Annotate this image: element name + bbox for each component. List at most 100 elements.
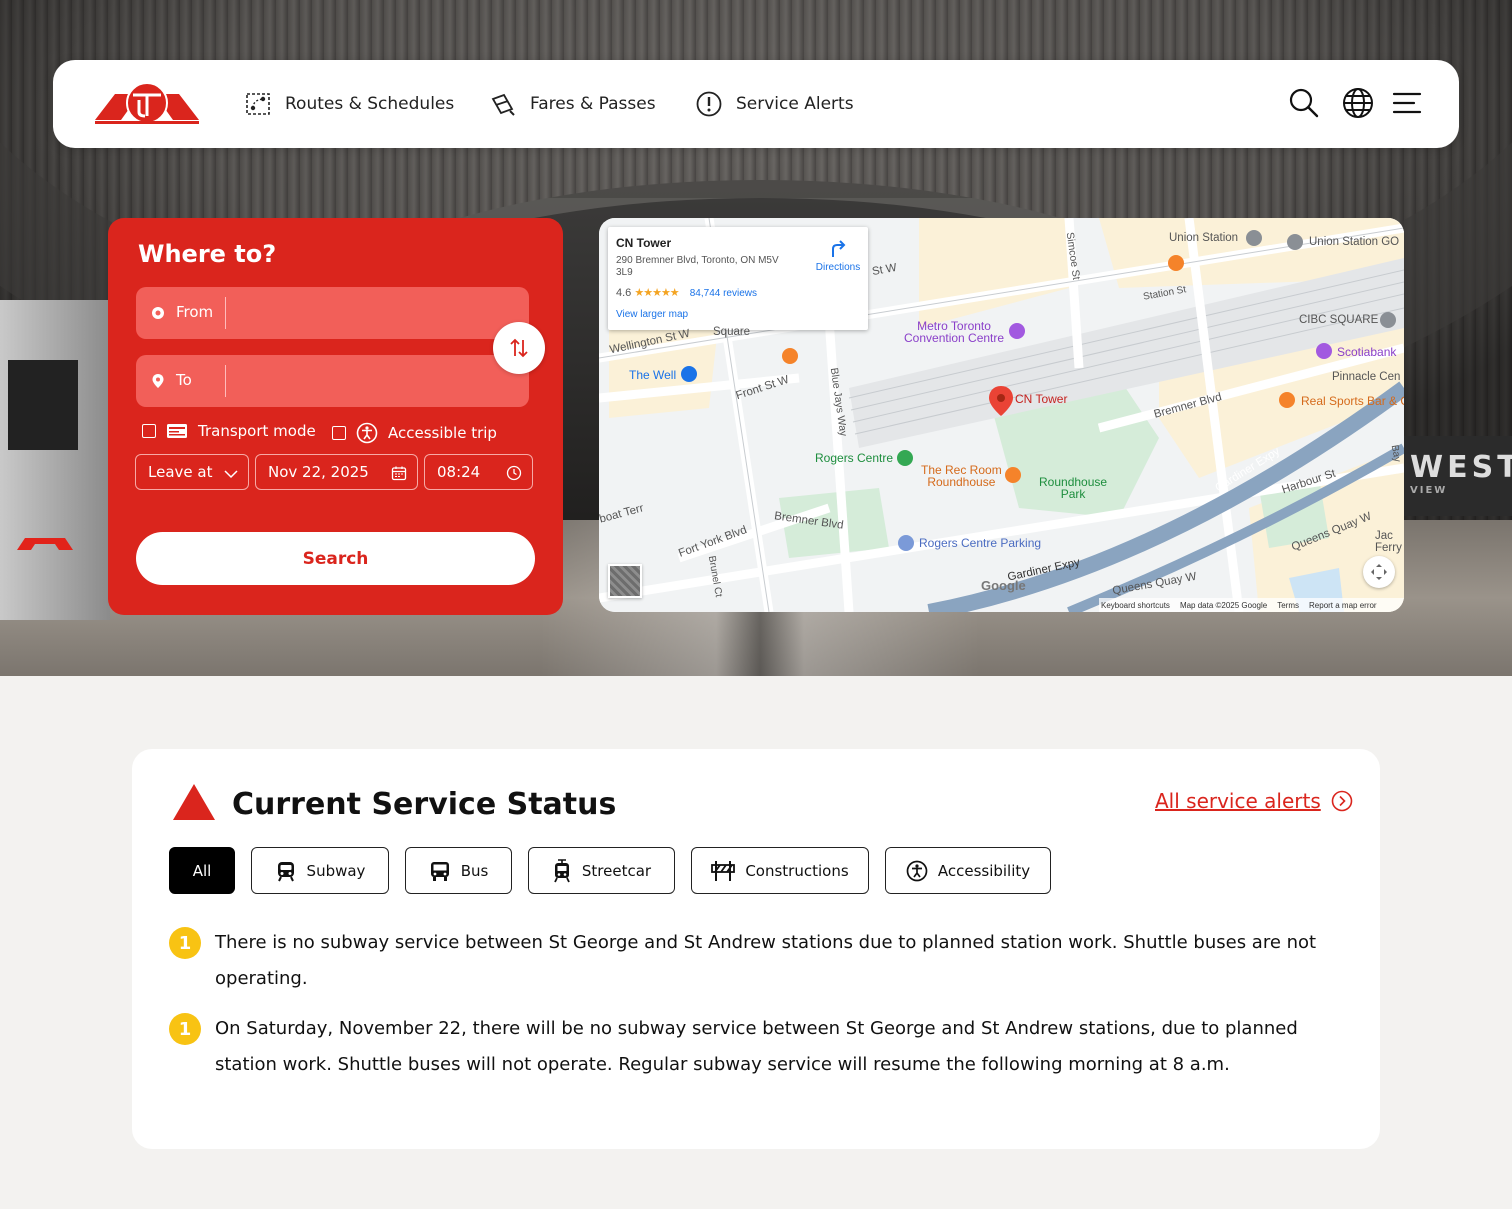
date-input[interactable]: Nov 22, 2025: [255, 454, 418, 490]
fare-card-tap-icon: [490, 91, 516, 117]
from-separator: [225, 297, 226, 329]
origin-dot-icon: [152, 307, 164, 319]
nav-routes-schedules[interactable]: Routes & Schedules: [245, 88, 454, 120]
map-label-cn-tower[interactable]: CN Tower: [1015, 392, 1067, 406]
leave-at-value: Leave at: [148, 463, 213, 481]
transit-card-icon: [167, 424, 187, 438]
satellite-toggle-thumbnail[interactable]: [608, 564, 642, 598]
to-field[interactable]: To: [136, 355, 529, 407]
google-map-embed[interactable]: CN Tower 290 Bremner Blvd, Toronto, ON M…: [599, 218, 1404, 612]
filter-subway[interactable]: Subway: [251, 847, 389, 894]
fullscreen-button[interactable]: [1363, 556, 1395, 588]
time-input[interactable]: 08:24: [424, 454, 533, 490]
planner-title: Where to?: [138, 240, 277, 268]
terms-link[interactable]: Terms: [1277, 601, 1299, 610]
route-map-icon: [245, 91, 271, 117]
map-label-rec-room[interactable]: The Rec Room Roundhouse: [921, 464, 1002, 488]
map-label-rogers-centre-parking[interactable]: Rogers Centre Parking: [919, 536, 1041, 550]
accessibility-icon: [906, 860, 928, 881]
all-alerts-label: All service alerts: [1155, 789, 1321, 813]
filter-constructions[interactable]: Constructions: [691, 847, 869, 894]
transport-mode-label: Transport mode: [198, 422, 316, 440]
time-value: 08:24: [437, 463, 481, 481]
map-data-credit: Map data ©2025 Google: [1179, 600, 1268, 610]
accessible-trip-label: Accessible trip: [388, 424, 497, 442]
west-sign-text: WEST: [1410, 450, 1512, 485]
leave-at-select[interactable]: Leave at: [135, 454, 249, 490]
map-label-real-sports[interactable]: Real Sports Bar & G: [1301, 394, 1404, 408]
trip-planner-panel: Where to? From To Transport mode Accessi…: [108, 218, 563, 615]
report-map-error-link[interactable]: Report a map error: [1309, 601, 1377, 610]
line-1-badge: 1: [169, 1013, 201, 1045]
view-larger-map-link[interactable]: View larger map: [616, 309, 688, 320]
filter-all[interactable]: All: [169, 847, 235, 894]
to-separator: [225, 365, 226, 397]
map-label-rogers-centre[interactable]: Rogers Centre: [815, 451, 893, 465]
filter-all-label: All: [192, 861, 212, 880]
filter-constructions-label: Constructions: [745, 861, 849, 880]
line-1-badge: 1: [169, 927, 201, 959]
directions-button[interactable]: Directions: [808, 239, 868, 273]
place-rating: 4.6 ★★★★★ 84,744 reviews: [616, 286, 757, 299]
nav-fares-label: Fares & Passes: [530, 94, 656, 114]
transport-mode-option[interactable]: Transport mode: [142, 422, 316, 440]
language-button[interactable]: [1341, 86, 1375, 120]
from-field[interactable]: From: [136, 287, 529, 339]
filter-bus[interactable]: Bus: [405, 847, 512, 894]
service-status-title: Current Service Status: [232, 787, 617, 822]
map-label-cibc-square[interactable]: CIBC SQUARE: [1299, 314, 1378, 326]
bus-icon: [430, 861, 449, 881]
search-icon: [1289, 88, 1319, 118]
search-button[interactable]: [1287, 86, 1321, 120]
swap-locations-button[interactable]: [493, 322, 545, 374]
map-label-pinnacle: Pinnacle Cen: [1332, 371, 1401, 383]
service-alert-item[interactable]: 1 There is no subway service between St …: [169, 925, 1335, 997]
nav-alerts-label: Service Alerts: [736, 94, 854, 114]
menu-button[interactable]: [1390, 86, 1424, 120]
clock-icon: [506, 465, 522, 481]
train-ttc-logo: [15, 530, 85, 560]
map-label-union-station-go[interactable]: Union Station GO: [1309, 236, 1399, 248]
place-name: CN Tower: [616, 236, 672, 250]
globe-icon: [1343, 88, 1373, 118]
all-service-alerts-link[interactable]: All service alerts: [1155, 789, 1353, 813]
from-label: From: [176, 303, 214, 321]
filter-streetcar-label: Streetcar: [581, 861, 652, 880]
to-label: To: [176, 371, 192, 389]
hamburger-menu-icon: [1392, 92, 1422, 114]
train-window: [8, 360, 78, 450]
alert-circle-icon: [696, 91, 722, 117]
west-sign: WEST VIEW: [1400, 436, 1512, 516]
filter-streetcar[interactable]: Streetcar: [528, 847, 675, 894]
map-label-metro-toronto[interactable]: Metro Toronto Convention Centre: [904, 320, 1004, 344]
transport-mode-checkbox[interactable]: [142, 424, 156, 438]
map-label-square: Square: [713, 326, 751, 338]
map-label-union-station[interactable]: Union Station: [1169, 232, 1238, 244]
accessibility-icon: [356, 422, 378, 444]
nav-fares-passes[interactable]: Fares & Passes: [490, 88, 656, 120]
filter-accessibility[interactable]: Accessibility: [885, 847, 1051, 894]
map-label-the-well[interactable]: The Well: [629, 368, 676, 382]
nav-service-alerts[interactable]: Service Alerts: [696, 88, 854, 120]
rating-value: 4.6: [616, 287, 632, 299]
reviews-link[interactable]: 84,744 reviews: [690, 288, 757, 299]
trip-search-button[interactable]: Search: [136, 532, 535, 585]
calendar-icon: [391, 466, 407, 481]
ttc-logo[interactable]: [93, 80, 201, 126]
map-label-jack-ferry: Jac Ferry: [1375, 530, 1402, 554]
place-info-card: CN Tower 290 Bremner Blvd, Toronto, ON M…: [608, 227, 868, 330]
streetcar-icon: [554, 858, 570, 882]
accessible-trip-option[interactable]: Accessible trip: [332, 422, 497, 444]
filter-bus-label: Bus: [460, 861, 489, 880]
warning-triangle-icon: [173, 784, 215, 820]
directions-icon: [832, 240, 846, 257]
service-alert-item[interactable]: 1 On Saturday, November 22, there will b…: [169, 1011, 1335, 1083]
date-value: Nov 22, 2025: [268, 463, 369, 481]
google-logo-text: Google: [981, 578, 1026, 593]
keyboard-shortcuts-link[interactable]: Keyboard shortcuts: [1101, 601, 1170, 610]
map-label-scotiabank[interactable]: Scotiabank: [1337, 345, 1396, 359]
swap-arrows-icon: [510, 338, 528, 358]
accessible-trip-checkbox[interactable]: [332, 426, 346, 440]
place-address: 290 Bremner Blvd, Toronto, ON M5V 3L9: [616, 255, 779, 278]
map-label-roundhouse-park[interactable]: Roundhouse Park: [1039, 476, 1107, 500]
